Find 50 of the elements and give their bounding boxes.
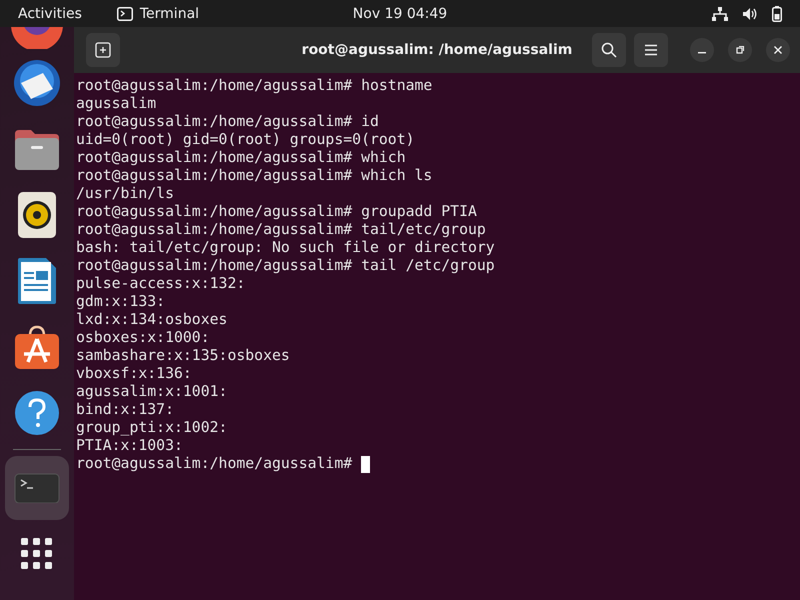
terminal-prompt: root@agussalim:/home/agussalim#	[76, 455, 354, 473]
volume-icon[interactable]	[742, 6, 758, 20]
grid-icon	[21, 538, 53, 570]
terminal-line: gdm:x:133:	[76, 293, 166, 311]
minimize-button[interactable]	[690, 38, 714, 62]
clock[interactable]: Nov 19 04:49	[352, 6, 448, 22]
document-icon	[18, 258, 56, 304]
new-tab-button[interactable]	[86, 33, 120, 67]
network-icon[interactable]	[712, 6, 728, 20]
activities-button[interactable]: Activities	[18, 6, 82, 22]
terminal-line: root@agussalim:/home/agussalim# id	[76, 113, 380, 131]
battery-icon[interactable]	[772, 6, 782, 22]
terminal-line: bind:x:137:	[76, 401, 175, 419]
terminal-line: root@agussalim:/home/agussalim# which ls	[76, 167, 434, 185]
terminal-line: root@agussalim:/home/agussalim# tail /etc/group	[76, 257, 496, 275]
terminal-line: /usr/bin/ls	[76, 185, 175, 203]
menu-button[interactable]	[634, 33, 668, 67]
menu-icon	[644, 44, 658, 56]
restore-icon	[735, 45, 745, 55]
terminal-line: agussalim:x:1001:	[76, 383, 228, 401]
text-cursor	[361, 456, 370, 472]
terminal-line: uid=0(root) gid=0(root) groups=0(root)	[76, 131, 416, 149]
folder-icon	[14, 128, 60, 170]
shopping-bag-icon	[14, 324, 60, 370]
terminal-line: group_pti:x:1002:	[76, 419, 228, 437]
terminal-line: root@agussalim:/home/agussalim# hostname	[76, 77, 434, 95]
minimize-icon	[698, 52, 706, 54]
terminal-line: pulse-access:x:132:	[76, 275, 246, 293]
terminal-line: lxd:x:134:osboxes	[76, 311, 228, 329]
search-button[interactable]	[592, 33, 626, 67]
terminal-icon	[14, 473, 60, 503]
terminal-icon	[116, 6, 133, 20]
terminal-line: root@agussalim:/home/agussalim# which	[76, 149, 407, 167]
speaker-icon	[18, 192, 56, 238]
maximize-button[interactable]	[728, 38, 752, 62]
window-title: root@agussalim: /home/agussalim	[302, 42, 572, 58]
terminal-line: sambashare:x:135:osboxes	[76, 347, 291, 365]
app-menu-button[interactable]: Terminal	[140, 6, 200, 22]
terminal-line: root@agussalim:/home/agussalim# tail/etc/group	[76, 221, 487, 239]
terminal-line: bash: tail/etc/group: No such file or directory	[76, 239, 496, 257]
help-icon	[14, 390, 60, 436]
terminal-line: root@agussalim:/home/agussalim# groupadd PTIA	[76, 203, 478, 221]
close-icon	[773, 45, 783, 55]
search-icon	[601, 42, 617, 58]
terminal-line: vboxsf:x:136:	[76, 365, 193, 383]
terminal-line: PTIA:x:1003:	[76, 437, 184, 455]
terminal-line: osboxes:x:1000:	[76, 329, 211, 347]
plus-box-icon	[95, 42, 111, 58]
close-button[interactable]	[766, 38, 790, 62]
terminal-line: agussalim	[76, 95, 158, 113]
